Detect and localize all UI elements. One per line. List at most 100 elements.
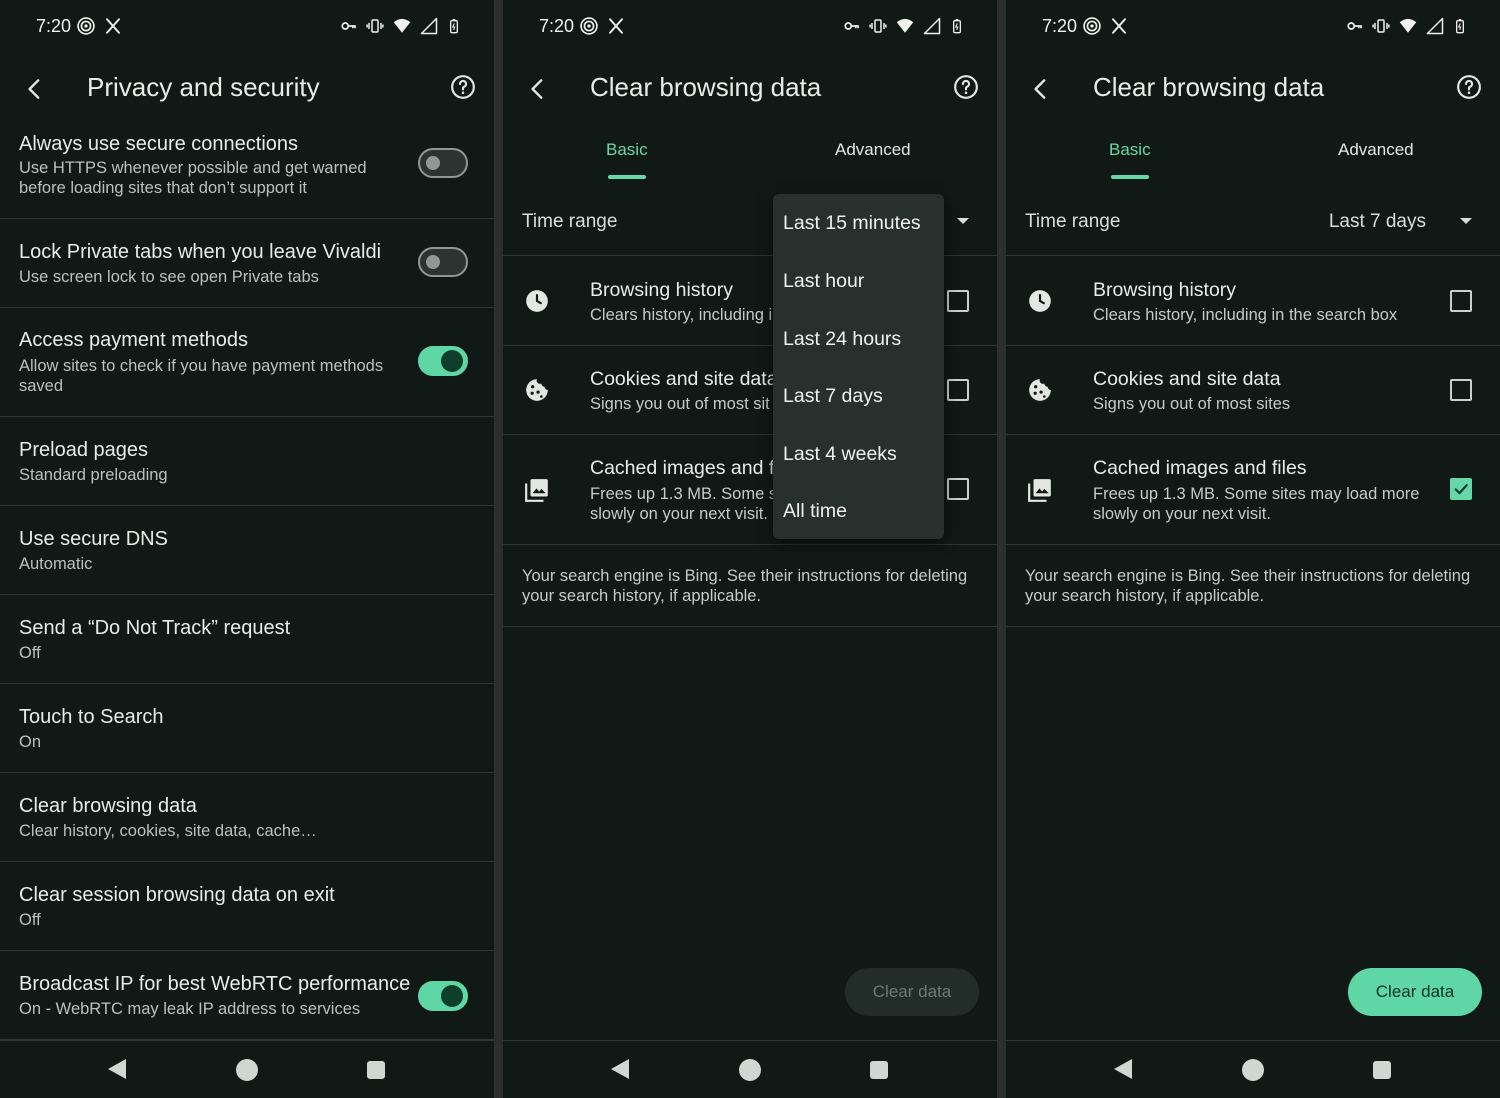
tab-bar: Basic Advanced	[1006, 124, 1500, 180]
setting-clear-browsing-data[interactable]: Clear browsing data Clear history, cooki…	[0, 773, 494, 862]
option-browsing-history[interactable]: Browsing history Clears history, includi…	[1006, 257, 1500, 346]
key-icon	[340, 17, 358, 35]
search-engine-note: Your search engine is Bing. See their in…	[522, 567, 968, 605]
dropdown-arrow-icon[interactable]	[1460, 218, 1472, 224]
cookies-checkbox[interactable]	[1450, 379, 1472, 401]
payment-methods-toggle[interactable]	[418, 346, 468, 376]
help-button[interactable]	[1454, 72, 1484, 102]
privacy-security-screen: 7:20 Privacy and security Always use sec…	[0, 0, 494, 1098]
setting-do-not-track[interactable]: Send a “Do Not Track” request Off	[0, 595, 494, 684]
setting-broadcast-ip-webrtc[interactable]: Broadcast IP for best WebRTC performance…	[0, 951, 494, 1040]
setting-subtitle: Allow sites to check if you have payment…	[19, 357, 384, 395]
setting-title: Clear session browsing data on exit	[19, 884, 335, 906]
time-range-value[interactable]: Last 7 days	[1329, 211, 1426, 233]
system-nav-bar	[503, 1040, 997, 1098]
tab-bar: Basic Advanced	[503, 124, 997, 180]
cached-images-checkbox[interactable]	[1450, 478, 1472, 500]
back-arrow-icon	[22, 76, 48, 102]
nav-home-icon[interactable]	[236, 1059, 258, 1081]
option-subtitle: Frees up 1.3 MB. Some sites may load mor…	[1093, 485, 1420, 523]
page-title: Clear browsing data	[1093, 72, 1325, 102]
setting-secure-dns[interactable]: Use secure DNS Automatic	[0, 506, 494, 595]
setting-subtitle: Off	[19, 911, 41, 929]
battery-icon	[446, 17, 462, 35]
clear-data-button[interactable]: Clear data	[845, 968, 979, 1016]
dropdown-option[interactable]: Last hour	[783, 270, 864, 293]
tab-advanced[interactable]: Advanced	[835, 140, 911, 160]
dropdown-option[interactable]: Last 24 hours	[783, 328, 901, 351]
setting-secure-connections[interactable]: Always use secure connections Use HTTPS …	[0, 124, 494, 219]
nav-recents-icon[interactable]	[870, 1061, 888, 1079]
setting-subtitle: Clear history, cookies, site data, cache…	[19, 822, 317, 840]
back-button[interactable]	[1024, 72, 1058, 106]
tab-indicator	[1111, 175, 1149, 179]
setting-subtitle: Use HTTPS whenever possible and get warn…	[19, 159, 367, 197]
help-button[interactable]	[951, 72, 981, 102]
setting-title: Send a “Do Not Track” request	[19, 617, 291, 639]
help-icon	[450, 74, 476, 100]
nav-back-icon[interactable]	[108, 1059, 126, 1079]
secure-connections-toggle[interactable]	[418, 148, 468, 178]
dropdown-option[interactable]: Last 7 days	[783, 385, 883, 408]
nav-home-icon[interactable]	[739, 1059, 761, 1081]
hotspot-icon	[579, 16, 599, 36]
x-logo-icon	[607, 17, 625, 35]
setting-subtitle: Off	[19, 644, 41, 662]
clear-browsing-data-dropdown-screen: 7:20 Clear browsing data Basic Advanced …	[503, 0, 997, 1098]
hotspot-icon	[76, 16, 96, 36]
setting-clear-session-on-exit[interactable]: Clear session browsing data on exit Off	[0, 862, 494, 951]
setting-title: Access payment methods	[19, 329, 248, 351]
vibrate-icon	[1372, 17, 1390, 35]
divider	[503, 626, 997, 627]
clock-icon	[524, 288, 550, 314]
setting-subtitle: Automatic	[19, 555, 93, 573]
clear-data-button[interactable]: Clear data	[1348, 968, 1482, 1016]
tab-indicator	[608, 175, 646, 179]
battery-icon	[949, 17, 965, 35]
back-button[interactable]	[18, 72, 52, 106]
clock-icon	[1027, 288, 1053, 314]
nav-recents-icon[interactable]	[367, 1061, 385, 1079]
dropdown-option[interactable]: All time	[783, 500, 847, 523]
signal-icon	[923, 17, 941, 35]
back-button[interactable]	[521, 72, 555, 106]
tab-advanced[interactable]: Advanced	[1338, 140, 1414, 160]
browsing-history-checkbox[interactable]	[1450, 290, 1472, 312]
clear-browsing-data-screen: 7:20 Clear browsing data Basic Advanced …	[1006, 0, 1500, 1098]
system-nav-bar	[0, 1040, 494, 1098]
option-subtitle: Clears history, including in the search …	[1093, 306, 1398, 324]
cookies-checkbox[interactable]	[947, 379, 969, 401]
setting-touch-to-search[interactable]: Touch to Search On	[0, 684, 494, 773]
nav-recents-icon[interactable]	[1373, 1061, 1391, 1079]
option-title: Cookies and site data	[590, 368, 778, 390]
cached-images-checkbox[interactable]	[947, 478, 969, 500]
time-range-dropdown-menu: Last 15 minutes Last hour Last 24 hours …	[773, 194, 944, 539]
option-title: Browsing history	[1093, 279, 1237, 301]
back-arrow-icon	[525, 76, 551, 102]
nav-home-icon[interactable]	[1242, 1059, 1264, 1081]
dropdown-option[interactable]: Last 4 weeks	[783, 443, 897, 466]
wifi-icon	[392, 17, 412, 35]
page-title: Clear browsing data	[590, 72, 822, 102]
help-icon	[1456, 74, 1482, 100]
wifi-icon	[1398, 17, 1418, 35]
signal-icon	[420, 17, 438, 35]
time-range-row[interactable]: Time range Last 7 days	[1006, 190, 1500, 256]
setting-preload-pages[interactable]: Preload pages Standard preloading	[0, 417, 494, 506]
status-time: 7:20	[1042, 16, 1078, 36]
tab-basic[interactable]: Basic	[1109, 140, 1151, 160]
setting-lock-private-tabs[interactable]: Lock Private tabs when you leave Vivaldi…	[0, 219, 494, 308]
option-cookies-site-data[interactable]: Cookies and site data Signs you out of m…	[1006, 346, 1500, 435]
time-range-label: Time range	[522, 211, 618, 232]
browsing-history-checkbox[interactable]	[947, 290, 969, 312]
broadcast-ip-toggle[interactable]	[418, 981, 468, 1011]
nav-back-icon[interactable]	[1114, 1059, 1132, 1079]
nav-back-icon[interactable]	[611, 1059, 629, 1079]
setting-payment-methods[interactable]: Access payment methods Allow sites to ch…	[0, 308, 494, 417]
dropdown-option[interactable]: Last 15 minutes	[783, 212, 921, 235]
image-icon	[524, 477, 550, 503]
lock-private-tabs-toggle[interactable]	[418, 247, 468, 277]
tab-basic[interactable]: Basic	[606, 140, 648, 160]
help-button[interactable]	[448, 72, 478, 102]
option-cached-images[interactable]: Cached images and files Frees up 1.3 MB.…	[1006, 435, 1500, 545]
